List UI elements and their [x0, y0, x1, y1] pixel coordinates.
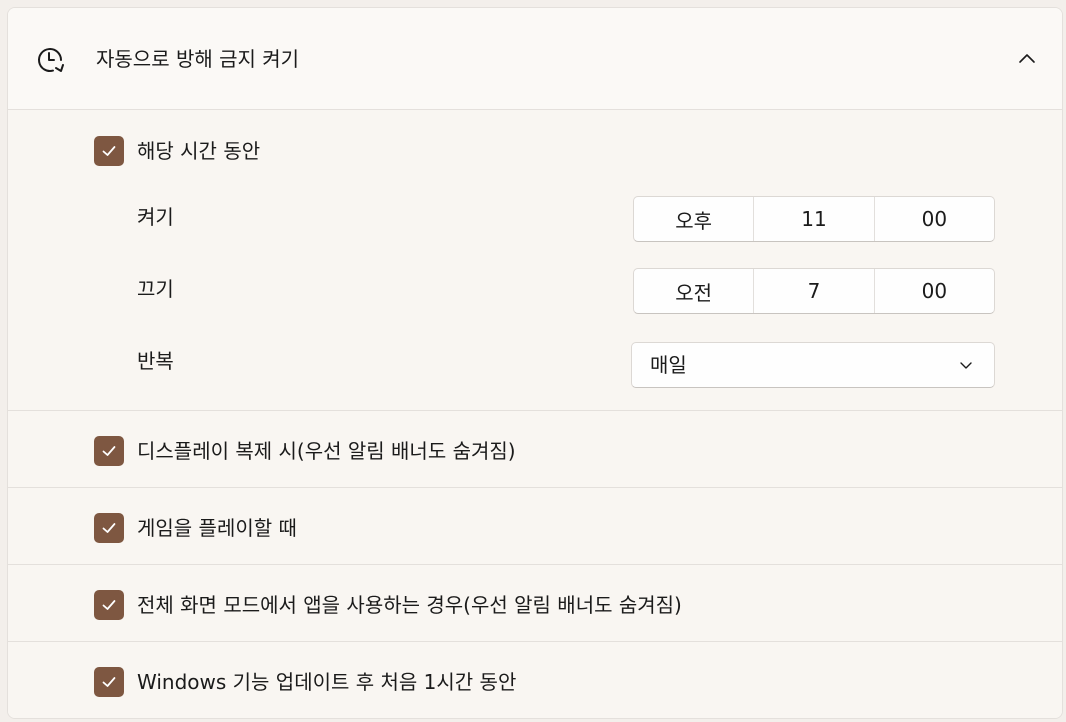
display-mirror-checkbox[interactable]	[94, 436, 124, 466]
repeat-value: 매일	[650, 353, 687, 377]
turn-on-time-picker[interactable]: 오후 11 00	[633, 196, 995, 242]
dnd-auto-panel: 자동으로 방해 금지 켜기 해당 시간 동안 켜기 오후 11 00 끄기 오전…	[7, 7, 1063, 719]
chevron-up-icon[interactable]	[1016, 48, 1038, 70]
feature-update-label: Windows 기능 업데이트 후 처음 1시간 동안	[137, 670, 517, 694]
schedule-label: 해당 시간 동안	[137, 139, 261, 163]
repeat-dropdown[interactable]: 매일	[631, 342, 995, 388]
check-icon	[102, 600, 116, 610]
check-icon	[102, 146, 116, 156]
turn-off-period[interactable]: 오전	[634, 269, 755, 313]
check-icon	[102, 446, 116, 456]
check-icon	[102, 677, 116, 687]
schedule-checkbox[interactable]	[94, 136, 124, 166]
turn-off-time-picker[interactable]: 오전 7 00	[633, 268, 995, 314]
fullscreen-checkbox[interactable]	[94, 590, 124, 620]
gaming-checkbox[interactable]	[94, 513, 124, 543]
option-display-mirror: 디스플레이 복제 시(우선 알림 배너도 숨겨짐)	[8, 411, 1062, 488]
option-fullscreen: 전체 화면 모드에서 앱을 사용하는 경우(우선 알림 배너도 숨겨짐)	[8, 565, 1062, 642]
display-mirror-label: 디스플레이 복제 시(우선 알림 배너도 숨겨짐)	[137, 439, 516, 463]
option-gaming: 게임을 플레이할 때	[8, 488, 1062, 565]
repeat-label: 반복	[137, 349, 174, 373]
dnd-auto-header[interactable]: 자동으로 방해 금지 켜기	[8, 8, 1062, 110]
fullscreen-label: 전체 화면 모드에서 앱을 사용하는 경우(우선 알림 배너도 숨겨짐)	[137, 593, 682, 617]
turn-on-hour[interactable]: 11	[754, 197, 875, 241]
check-icon	[102, 523, 116, 533]
turn-on-label: 켜기	[137, 205, 174, 229]
chevron-down-icon	[958, 357, 974, 373]
turn-off-hour[interactable]: 7	[754, 269, 875, 313]
option-feature-update: Windows 기능 업데이트 후 처음 1시간 동안	[8, 642, 1062, 718]
turn-on-period[interactable]: 오후	[634, 197, 755, 241]
schedule-section: 해당 시간 동안 켜기 오후 11 00 끄기 오전 7 00 반복 매일	[8, 110, 1062, 411]
turn-on-minute[interactable]: 00	[875, 197, 994, 241]
feature-update-checkbox[interactable]	[94, 667, 124, 697]
gaming-label: 게임을 플레이할 때	[137, 516, 297, 540]
clock-icon	[34, 44, 66, 76]
header-title: 자동으로 방해 금지 켜기	[96, 47, 300, 71]
turn-off-minute[interactable]: 00	[875, 269, 994, 313]
turn-off-label: 끄기	[137, 277, 174, 301]
